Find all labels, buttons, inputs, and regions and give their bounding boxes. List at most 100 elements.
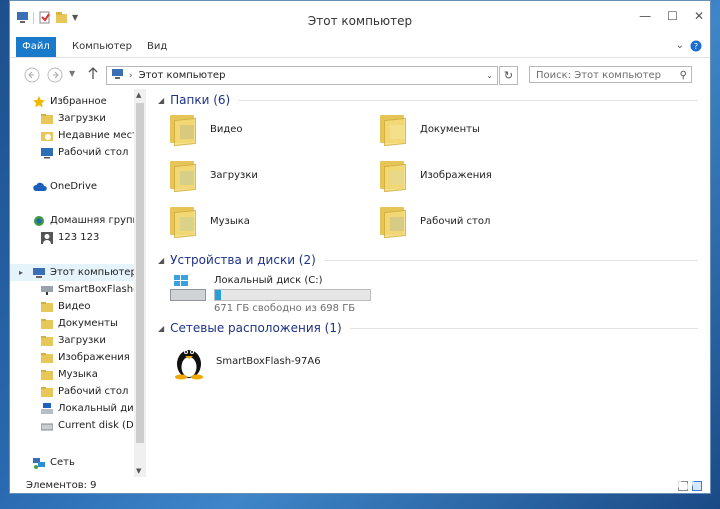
collapse-icon[interactable]: ◢ <box>158 256 164 265</box>
star-icon <box>33 95 45 108</box>
ribbon-tabs: Файл Компьютер Вид ⌄ ? <box>10 37 710 58</box>
sidebar-item-label: Домашняя группа <box>50 215 145 226</box>
folder-label: Документы <box>420 123 480 135</box>
folder-item[interactable]: Видео <box>170 113 243 147</box>
nav-scrollbar[interactable]: ▲ ▼ <box>134 89 146 477</box>
sidebar-item-label: Изображения <box>58 352 130 363</box>
sidebar-item[interactable]: Документы <box>10 315 134 332</box>
explorer-window: ▼ Этот компьютер — ☐ ✕ Файл Компьютер Ви… <box>9 0 711 494</box>
address-bar[interactable]: › Этот компьютер ⌄ <box>106 66 498 85</box>
sidebar-item[interactable]: Загрузки <box>10 332 134 349</box>
homegroup-icon <box>33 215 45 227</box>
sidebar-item[interactable]: Рабочий стол <box>10 144 134 161</box>
close-button[interactable]: ✕ <box>694 9 704 23</box>
sidebar-item-label: Локальный диск <box>58 403 145 414</box>
pictures-folder-icon <box>41 352 53 364</box>
collapse-icon[interactable]: ◢ <box>158 96 164 105</box>
sidebar-item-label: Недавние места <box>58 130 145 141</box>
folder-item[interactable]: Загрузки <box>170 159 258 193</box>
sidebar-item-label: SmartBoxFlash-9 <box>58 284 144 295</box>
sidebar-item-label: 123 123 <box>58 232 100 243</box>
maximize-button[interactable]: ☐ <box>667 9 678 23</box>
up-button[interactable] <box>87 66 99 83</box>
tab-view[interactable]: Вид <box>147 37 167 57</box>
sidebar-item[interactable]: Музыка <box>10 366 134 383</box>
search-input[interactable]: Поиск: Этот компьютер ⚲ <box>529 66 692 83</box>
drives-group-header[interactable]: ◢ Устройства и диски (2) <box>158 253 698 267</box>
sidebar-item-label: Рабочий стол <box>58 147 129 158</box>
sidebar-item-label: Загрузки <box>58 335 106 346</box>
documents-folder-icon <box>41 318 53 330</box>
chevron-down-icon[interactable]: ⌄ <box>676 40 684 51</box>
drive-item-c[interactable]: Локальный диск (C:) 671 ГБ свободно из 6… <box>170 275 371 314</box>
folder-item[interactable]: Рабочий стол <box>380 205 491 239</box>
folder-label: Изображения <box>420 169 492 181</box>
minimize-button[interactable]: — <box>639 9 651 23</box>
music-folder-icon <box>41 369 53 381</box>
group-title: Сетевые расположения (1) <box>170 321 342 335</box>
videos-folder-icon <box>170 113 200 147</box>
scrollbar-thumb[interactable] <box>136 103 144 443</box>
folders-group-header[interactable]: ◢ Папки (6) <box>158 93 698 107</box>
refresh-button[interactable]: ↻ <box>499 66 518 85</box>
drive-usage-fill <box>215 290 222 300</box>
music-folder-icon <box>170 205 200 239</box>
disk-icon <box>40 420 54 432</box>
sidebar-item[interactable]: SmartBoxFlash-9 <box>10 281 143 298</box>
scroll-down-icon[interactable]: ▼ <box>136 467 141 475</box>
folder-item[interactable]: Изображения <box>380 159 492 193</box>
network-group-header[interactable]: ◢ Сетевые расположения (1) <box>158 321 698 335</box>
sidebar-item-label: Видео <box>58 301 91 312</box>
address-dropdown-icon[interactable]: ⌄ <box>486 71 493 80</box>
sidebar-item-label: Рабочий стол <box>58 386 129 397</box>
collapse-icon[interactable]: ◢ <box>158 324 164 333</box>
network-location-item[interactable]: SmartBoxFlash-97A6 <box>172 342 321 380</box>
sidebar-item[interactable]: Домашняя группа <box>10 212 145 229</box>
avito-watermark: Avito <box>604 462 696 497</box>
sidebar-item-label: Этот компьютер <box>50 267 137 278</box>
search-placeholder: Поиск: Этот компьютер <box>536 70 662 81</box>
sidebar-item[interactable]: OneDrive <box>10 178 134 195</box>
navigation-pane: Избранное Загрузки Недавние места Рабочий с… <box>10 89 145 477</box>
tab-computer[interactable]: Компьютер <box>72 37 132 57</box>
expand-icon[interactable]: ▸ <box>19 268 23 277</box>
content-pane: ◢ Папки (6) Видео Документы Загрузки Изобра… <box>150 89 710 477</box>
sidebar-item[interactable]: Видео <box>10 298 134 315</box>
sidebar-item[interactable]: Избранное <box>10 93 134 110</box>
recent-locations-icon[interactable]: ▼ <box>69 69 75 78</box>
navigation-bar: ▼ › Этот компьютер ⌄ ↻ Поиск: Этот компь… <box>10 58 710 90</box>
computer-icon <box>33 267 45 279</box>
folder-item[interactable]: Музыка <box>170 205 250 239</box>
search-icon[interactable]: ⚲ <box>680 67 687 84</box>
forward-button[interactable] <box>47 67 63 86</box>
network-icon <box>33 457 45 469</box>
sidebar-item[interactable]: Загрузки <box>10 110 134 127</box>
downloads-folder-icon <box>170 159 200 193</box>
sidebar-item-label: OneDrive <box>50 181 98 192</box>
sidebar-item[interactable]: Локальный диск <box>10 400 145 417</box>
sidebar-item[interactable]: Сеть <box>10 454 134 471</box>
address-path[interactable]: Этот компьютер <box>139 70 226 81</box>
sidebar-item-label: Избранное <box>50 96 107 107</box>
downloads-folder-icon <box>41 113 53 125</box>
linux-penguin-icon <box>175 350 203 380</box>
sidebar-item[interactable]: 123 123 <box>10 229 134 246</box>
scroll-up-icon[interactable]: ▲ <box>136 91 141 99</box>
desktop-icon <box>41 147 53 159</box>
tab-file[interactable]: Файл <box>16 37 56 57</box>
recent-places-icon <box>41 130 53 142</box>
sidebar-item-label: Музыка <box>58 369 98 380</box>
sidebar-item[interactable]: ▸ Этот компьютер <box>10 264 137 281</box>
sidebar-item[interactable]: Недавние места <box>10 127 144 144</box>
folder-item[interactable]: Документы <box>380 113 480 147</box>
computer-icon <box>111 68 125 83</box>
sidebar-item[interactable]: Изображения <box>10 349 134 366</box>
chevron-right-icon[interactable]: › <box>129 71 133 81</box>
back-button[interactable] <box>24 67 40 86</box>
folder-label: Рабочий стол <box>420 215 491 227</box>
help-icon[interactable]: ? <box>690 40 702 55</box>
sidebar-item[interactable]: Рабочий стол <box>10 383 134 400</box>
videos-folder-icon <box>41 301 53 313</box>
drive-label: Локальный диск (C:) <box>214 275 323 286</box>
sidebar-item[interactable]: Current disk (D:) <box>10 417 141 434</box>
